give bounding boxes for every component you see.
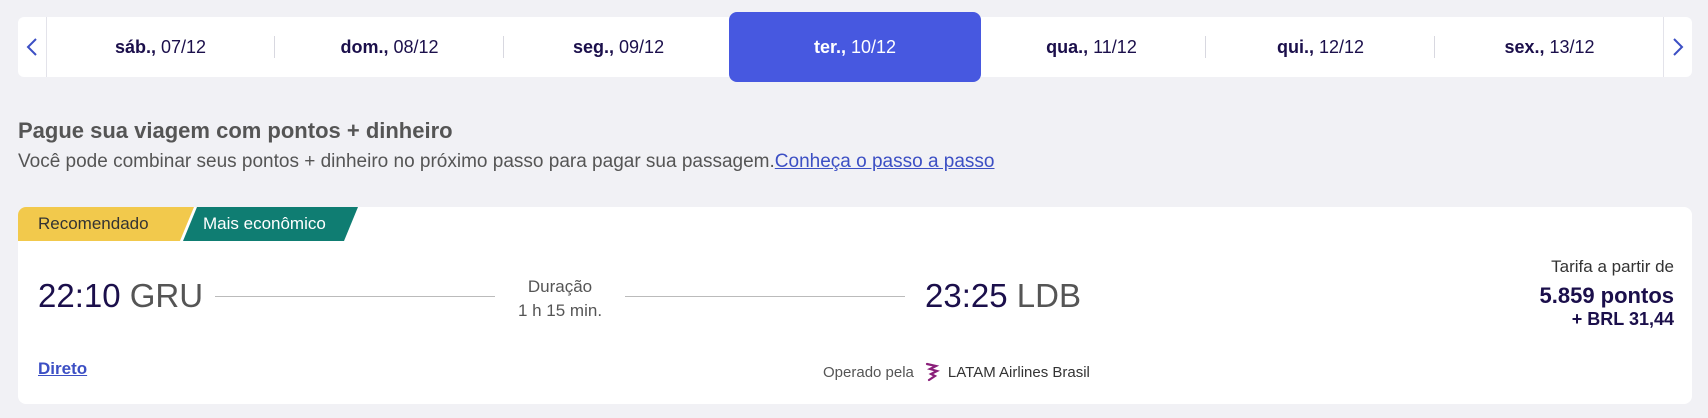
- date-day: ter.,: [813, 36, 846, 57]
- chevron-right-icon: [1673, 38, 1684, 56]
- recommended-badge: Recomendado: [18, 207, 194, 241]
- duration: Duração 1 h 15 min.: [498, 275, 622, 323]
- date-item-wed[interactable]: qua., 11/12: [977, 17, 1206, 77]
- fare: Tarifa a partir de 5.859 pontos + BRL 31…: [1540, 257, 1674, 330]
- chevron-left-icon: [26, 38, 37, 56]
- date-value: 09/12: [619, 36, 665, 57]
- operated-by-label: Operado pela: [823, 363, 914, 381]
- promo-description: Você pode combinar seus pontos + dinheir…: [18, 151, 995, 173]
- date-carousel: sáb., 07/12 dom., 08/12 seg., 09/12 ter.…: [18, 12, 1692, 82]
- duration-label: Duração: [527, 277, 593, 296]
- airline-name: LATAM Airlines Brasil: [947, 363, 1090, 381]
- latam-logo-icon: [925, 362, 940, 382]
- promo-title: Pague sua viagem com pontos + dinheiro: [18, 118, 453, 143]
- next-dates-button[interactable]: [1663, 17, 1692, 77]
- fare-points: 5.859 pontos: [1539, 283, 1674, 308]
- date-value: 11/12: [1093, 36, 1137, 57]
- flight-card[interactable]: Mais econômico Recomendado 22:10 GRU Dur…: [18, 207, 1692, 404]
- arrival-time: 23:25: [925, 277, 1008, 314]
- date-item-mon[interactable]: seg., 09/12: [504, 17, 733, 77]
- fare-label: Tarifa a partir de: [1551, 257, 1674, 276]
- date-day: sáb.,: [114, 36, 156, 57]
- economic-badge: Mais econômico: [183, 207, 358, 241]
- date-value: 12/12: [1318, 36, 1365, 57]
- date-day: qua.,: [1046, 36, 1089, 57]
- date-value: 08/12: [393, 36, 439, 57]
- arrival: 23:25 LDB: [925, 277, 1081, 315]
- date-item-tue-selected[interactable]: ter., 10/12: [729, 12, 981, 82]
- direct-flight-link[interactable]: Direto: [38, 359, 87, 379]
- operated-by: Operado pela LATAM Airlines Brasil: [823, 362, 1090, 382]
- date-item-fri[interactable]: sex., 13/12: [1435, 17, 1664, 77]
- departure-time: 22:10: [38, 277, 121, 314]
- date-day: sex.,: [1504, 36, 1545, 57]
- step-by-step-link[interactable]: Conheça o passo a passo: [775, 151, 995, 172]
- duration-value: 1 h 15 min.: [517, 301, 603, 320]
- date-list: sáb., 07/12 dom., 08/12 seg., 09/12 ter.…: [46, 12, 1664, 82]
- date-day: seg.,: [572, 36, 615, 57]
- route-line: [215, 296, 495, 297]
- arrival-airport: LDB: [1016, 277, 1081, 314]
- date-value: 13/12: [1549, 36, 1595, 57]
- promo-description-text: Você pode combinar seus pontos + dinheir…: [18, 151, 775, 172]
- date-day: dom.,: [340, 36, 389, 57]
- route-line: [625, 296, 905, 297]
- date-item-sat[interactable]: sáb., 07/12: [46, 17, 276, 77]
- date-value: 07/12: [161, 36, 207, 57]
- departure: 22:10 GRU: [38, 277, 203, 315]
- fare-money: + BRL 31,44: [1571, 309, 1674, 329]
- previous-dates-button[interactable]: [18, 17, 47, 77]
- date-value: 10/12: [851, 36, 897, 57]
- date-item-thu[interactable]: qui., 12/12: [1206, 17, 1435, 77]
- date-day: qui.,: [1276, 36, 1314, 57]
- date-item-sun[interactable]: dom., 08/12: [275, 17, 505, 77]
- departure-airport: GRU: [129, 277, 204, 314]
